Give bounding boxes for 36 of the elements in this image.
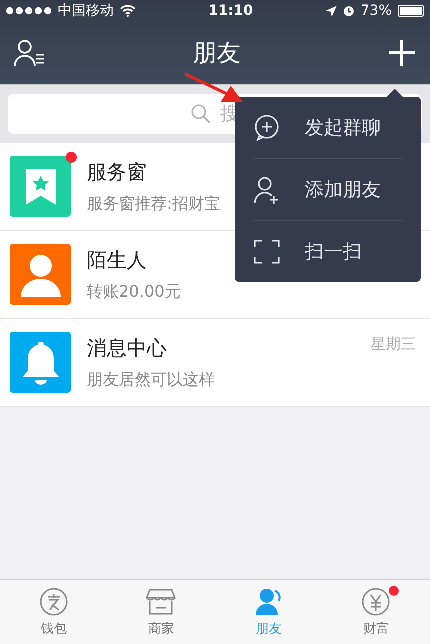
alarm-icon bbox=[342, 5, 355, 17]
yuan-coin-icon bbox=[361, 586, 392, 616]
clock-time: 11:10 bbox=[208, 3, 254, 19]
tab-item[interactable]: 财富 bbox=[322, 580, 430, 644]
message-preview: 服务窗推荐:招财宝 bbox=[87, 194, 220, 214]
menu-item[interactable]: 发起群聊 bbox=[253, 97, 403, 159]
scan-icon bbox=[253, 238, 281, 266]
tab-item[interactable]: 钱包 bbox=[0, 580, 108, 644]
search-icon bbox=[190, 104, 210, 124]
battery-percent: 73% bbox=[360, 3, 392, 19]
bell-icon bbox=[20, 340, 60, 386]
message-preview: 朋友居然可以这样 bbox=[87, 370, 215, 390]
wifi-icon bbox=[120, 5, 136, 17]
contacts-icon[interactable] bbox=[14, 39, 46, 67]
storefront-icon bbox=[146, 586, 176, 616]
conversation-name: 服务窗 bbox=[87, 158, 147, 186]
conversation-row[interactable]: 消息中心 朋友居然可以这样 星期三 bbox=[0, 319, 430, 407]
carrier-name: 中国移动 bbox=[58, 2, 114, 20]
bookmark-star-icon bbox=[24, 166, 58, 206]
page-title: 朋友 bbox=[193, 38, 241, 69]
message-preview: 转账20.00元 bbox=[87, 282, 181, 302]
add-icon[interactable] bbox=[388, 39, 416, 67]
message-time: 星期三 bbox=[371, 335, 416, 354]
signal-icon bbox=[6, 7, 52, 15]
people-icon bbox=[254, 586, 284, 616]
add-person-icon bbox=[253, 176, 281, 204]
menu-item[interactable]: 添加朋友 bbox=[253, 159, 403, 221]
conversation-name: 陌生人 bbox=[87, 246, 147, 274]
chat-plus-icon bbox=[253, 114, 281, 142]
conversation-name: 消息中心 bbox=[87, 334, 167, 362]
person-icon bbox=[18, 252, 62, 296]
annotation-arrow bbox=[185, 72, 243, 104]
coin-icon bbox=[38, 586, 69, 616]
tab-item[interactable]: 商家 bbox=[108, 580, 215, 644]
battery-icon bbox=[398, 5, 424, 17]
location-arrow-icon bbox=[326, 6, 337, 16]
